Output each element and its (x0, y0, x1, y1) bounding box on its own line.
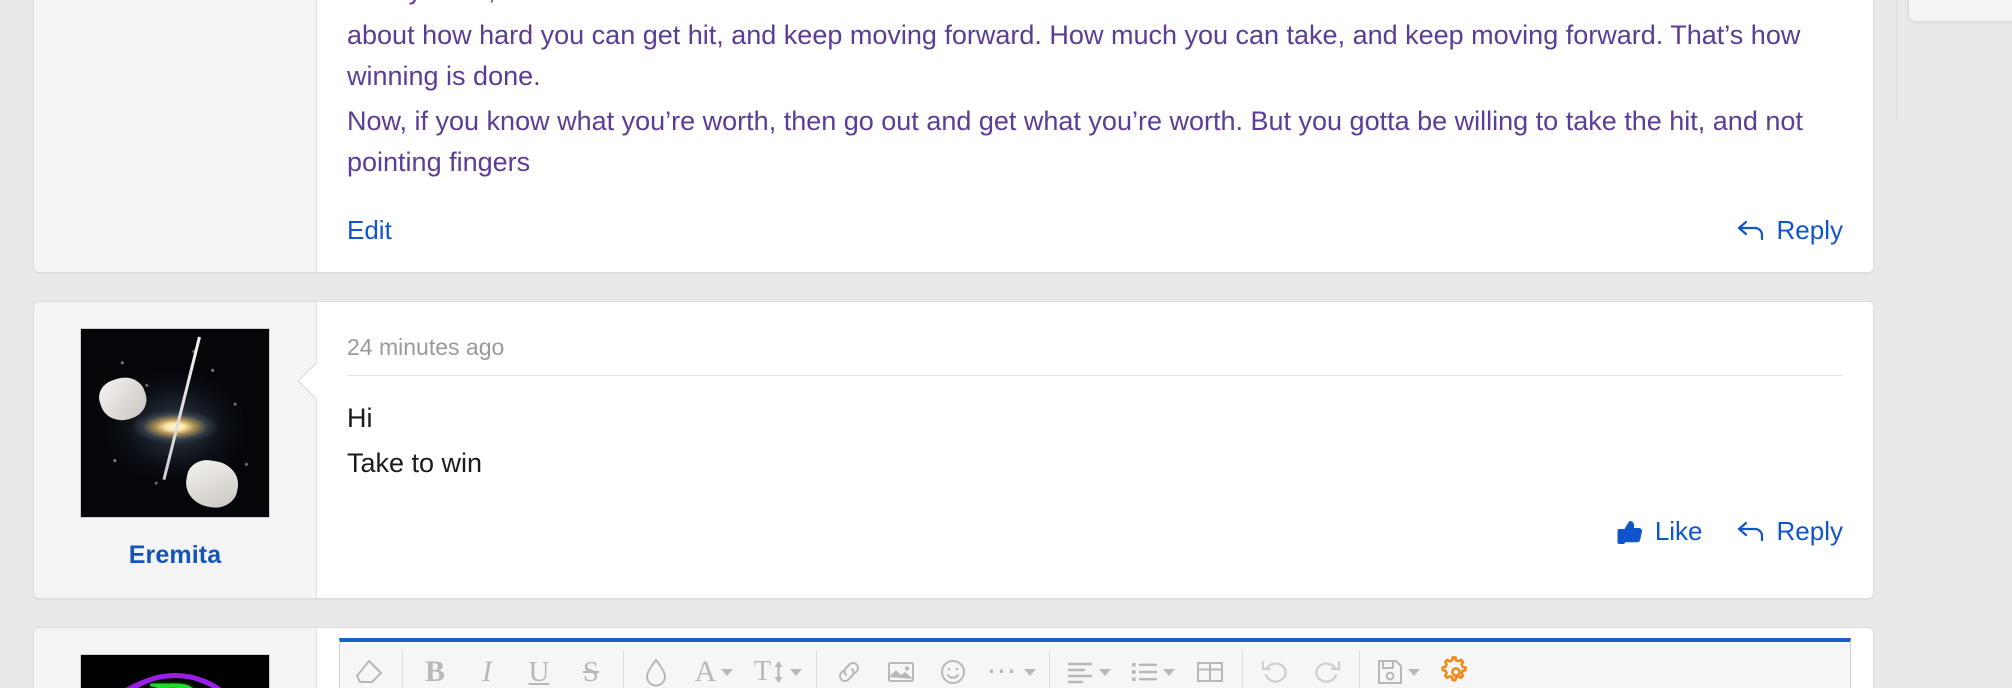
comment-author-column: 2022' ZU GOD\NU GOAT (34, 0, 317, 273)
undo-icon[interactable] (1249, 647, 1301, 688)
insert-emoji-icon[interactable] (927, 647, 979, 688)
comment-thread: 2022' ZU GOD\NU GOAT “Let me tell you so… (33, 0, 1874, 688)
toolbar-divider (623, 650, 624, 688)
list-icon[interactable] (1120, 647, 1184, 688)
editor-toolbar: B I U S A T ⋯ (340, 641, 1850, 688)
comment-author-name[interactable]: Eremita (50, 540, 300, 571)
comment-paragraph: Take to win (347, 448, 483, 479)
hand-shape (94, 372, 152, 427)
reply-arrow-icon (1737, 519, 1767, 545)
sidebar-divider (1896, 0, 1897, 120)
reply-button[interactable]: Reply (1737, 215, 1843, 246)
toolbar-divider (1242, 650, 1243, 688)
comment-actions: Edit Reply (317, 205, 1873, 272)
reply-label: Reply (1776, 516, 1843, 547)
editor-author-column: B XX ★ ★ (34, 627, 317, 688)
more-options-icon[interactable]: ⋯ (979, 647, 1043, 688)
toolbar-group-style: B I U S (409, 642, 617, 688)
toolbar-group-paragraph (1056, 642, 1236, 688)
toolbar-divider (1359, 650, 1360, 688)
italic-icon[interactable]: I (461, 647, 513, 688)
chevron-down-icon (1023, 668, 1036, 676)
insert-image-icon[interactable] (875, 647, 927, 688)
right-sidebar (1891, 0, 2012, 688)
edit-label: Edit (347, 215, 392, 246)
editor-wrap: B I U S A T ⋯ (317, 628, 1873, 688)
insert-link-icon[interactable] (823, 647, 875, 688)
strikethrough-icon[interactable]: S (565, 647, 617, 688)
toolbar-group-actions (1366, 642, 1482, 688)
bubble-pointer (297, 362, 335, 400)
underline-icon[interactable]: U (513, 647, 565, 688)
text-color-icon[interactable] (630, 647, 682, 688)
toolbar-group-history (1249, 642, 1353, 688)
bold-icon[interactable]: B (409, 647, 461, 688)
toolbar-group-insert: ⋯ (823, 642, 1043, 688)
chevron-down-icon (790, 668, 803, 676)
save-draft-icon[interactable] (1366, 647, 1430, 688)
like-button[interactable]: Like (1617, 516, 1703, 547)
comment-author-column: Eremita (34, 302, 317, 598)
comment-actions: Like Reply (317, 506, 1873, 573)
toolbar-divider (1049, 650, 1050, 688)
sidebar-widget-card[interactable] (1908, 0, 2012, 22)
avatar[interactable] (80, 328, 270, 519)
chevron-down-icon (1098, 668, 1111, 676)
clear-formatting-icon[interactable] (344, 647, 396, 688)
reply-editor-card: B XX ★ ★ (33, 626, 1874, 688)
redo-icon[interactable] (1301, 647, 1353, 688)
comment-timestamp: 24 minutes ago (347, 334, 505, 361)
insert-table-icon[interactable] (1184, 647, 1236, 688)
comment-card: Eremita 24 minutes ago Hi Take to win Li… (33, 301, 1874, 599)
comment-text: “Let me tell you something you already k… (317, 0, 1873, 205)
toolbar-divider (816, 650, 817, 688)
reply-arrow-icon (1737, 218, 1767, 244)
comment-paragraph: Hi (347, 403, 373, 434)
chevron-down-icon (721, 668, 734, 676)
thumbs-up-icon (1617, 519, 1645, 545)
font-size-icon[interactable]: T (746, 647, 810, 688)
toolbar-group-font: A T (630, 642, 810, 688)
editor-settings-icon[interactable] (1430, 647, 1482, 688)
edit-button[interactable]: Edit (347, 215, 392, 246)
toolbar-group-clear (344, 642, 396, 688)
reply-label: Reply (1776, 215, 1843, 246)
comment-paragraph: to your knees and keep you there permane… (347, 0, 1837, 11)
font-family-icon[interactable]: A (682, 647, 746, 688)
text-align-icon[interactable] (1056, 647, 1120, 688)
page-root: 2022' ZU GOD\NU GOAT “Let me tell you so… (0, 0, 2012, 688)
comment-card: 2022' ZU GOD\NU GOAT “Let me tell you so… (33, 0, 1874, 274)
avatar-letter: B (81, 669, 269, 688)
baton-shape (162, 336, 201, 480)
comment-body: 24 minutes ago Hi Take to win Like Reply (297, 302, 1873, 598)
toolbar-divider (402, 650, 403, 688)
comment-paragraph: about how hard you can get hit, and keep… (347, 20, 1801, 92)
comment-body: “Let me tell you something you already k… (317, 0, 1873, 273)
like-label: Like (1654, 516, 1703, 547)
reply-button[interactable]: Reply (1737, 516, 1843, 547)
avatar[interactable]: B XX ★ ★ (80, 653, 270, 688)
comment-paragraph: Now, if you know what you’re worth, then… (347, 106, 1803, 178)
chevron-down-icon (1162, 668, 1175, 676)
comment-text: Hi Take to win (317, 376, 1873, 506)
rich-text-editor[interactable]: B I U S A T ⋯ (339, 637, 1851, 688)
chevron-down-icon (1407, 668, 1420, 676)
hand-shape (182, 456, 242, 512)
